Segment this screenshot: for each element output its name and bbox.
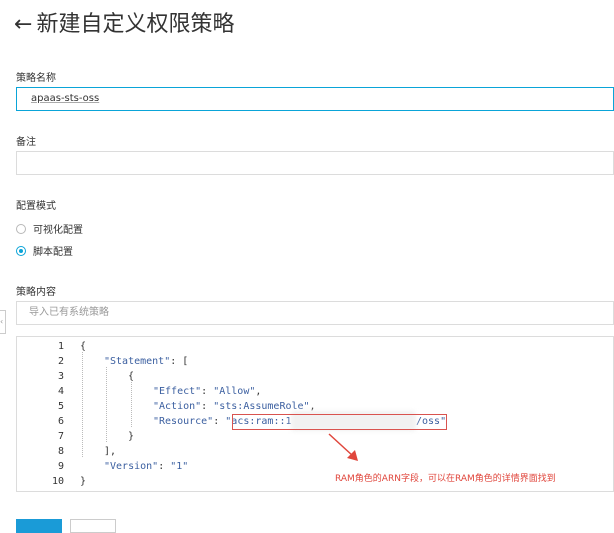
editor-gutter: 1 2 3 4 5 6 7 8 9 10 <box>17 337 77 491</box>
radio-script-config-label: 脚本配置 <box>33 247 73 258</box>
confirm-button[interactable] <box>16 519 62 533</box>
policy-name-value: apaas-sts-oss <box>31 93 100 104</box>
line-number: 2 <box>57 356 64 367</box>
indent-guide <box>106 367 107 442</box>
line-number: 5 <box>57 401 64 412</box>
line-number: 9 <box>57 461 64 472</box>
cancel-button[interactable] <box>70 519 116 533</box>
code-line-5: "Action": "sts:AssumeRole", <box>153 401 316 412</box>
code-line-4: "Effect": "Allow", <box>153 386 262 397</box>
policy-name-input[interactable]: apaas-sts-oss <box>16 87 614 111</box>
import-system-policy-placeholder: 导入已有系统策略 <box>29 307 109 318</box>
code-line-10: } <box>80 476 87 487</box>
line-number: 10 <box>51 476 64 487</box>
policy-content-label: 策略内容 <box>16 287 56 298</box>
code-line-1: { <box>80 341 87 352</box>
line-number: 7 <box>57 431 64 442</box>
page-title-row: ← 新建自定义权限策略 <box>14 6 234 38</box>
indent-guide <box>82 352 83 457</box>
page-title: 新建自定义权限策略 <box>36 12 235 37</box>
code-line-7: } <box>128 431 135 442</box>
code-line-3: { <box>128 371 135 382</box>
line-number: 4 <box>57 386 64 397</box>
radio-checked-icon[interactable] <box>16 245 26 256</box>
import-system-policy-select[interactable]: 导入已有系统策略 <box>16 301 614 325</box>
line-number: 1 <box>57 341 64 352</box>
indent-guide <box>131 382 132 427</box>
code-line-2: "Statement": [ <box>104 356 189 367</box>
remark-label: 备注 <box>16 137 36 148</box>
line-number: 6 <box>57 416 64 427</box>
code-line-8: ], <box>104 446 117 457</box>
annotation-text: RAM角色的ARN字段，可以在RAM角色的详情界面找到 <box>335 474 556 484</box>
collapse-handle-icon[interactable]: ‹ <box>0 310 6 334</box>
config-mode-label: 配置模式 <box>16 201 56 212</box>
radio-unchecked-icon[interactable] <box>16 223 26 234</box>
line-number: 3 <box>57 371 64 382</box>
code-line-9: "Version": "1" <box>104 461 189 472</box>
line-number: 8 <box>57 446 64 457</box>
radio-script-config[interactable]: 脚本配置 <box>16 243 73 258</box>
annotation-arrow-icon <box>328 433 358 461</box>
radio-visual-config-label: 可视化配置 <box>33 225 83 236</box>
arrow-left-icon[interactable]: ← <box>14 12 32 37</box>
policy-name-label: 策略名称 <box>16 73 56 84</box>
radio-visual-config[interactable]: 可视化配置 <box>16 221 83 236</box>
remark-input[interactable] <box>16 151 614 175</box>
resource-highlight-box <box>232 414 447 430</box>
